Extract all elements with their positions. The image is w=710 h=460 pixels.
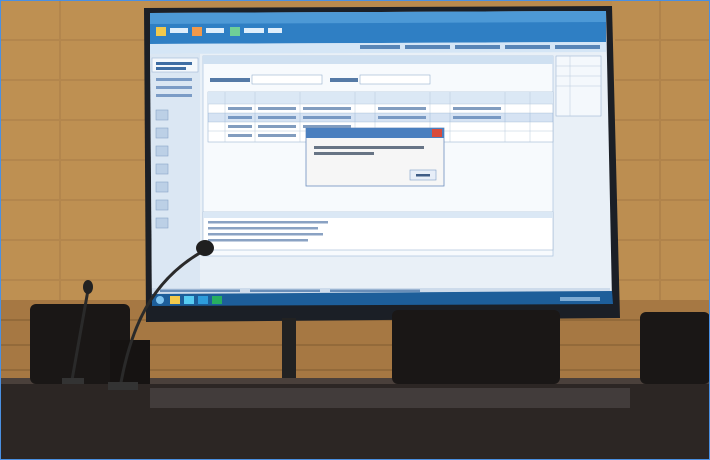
sidebar <box>150 53 200 302</box>
screen-stand <box>282 318 296 380</box>
message-dialog <box>305 127 445 187</box>
scene-drawing <box>0 0 710 460</box>
photo-scene <box>0 0 710 460</box>
microphone-icon <box>83 280 93 294</box>
microphone-icon <box>196 240 214 256</box>
